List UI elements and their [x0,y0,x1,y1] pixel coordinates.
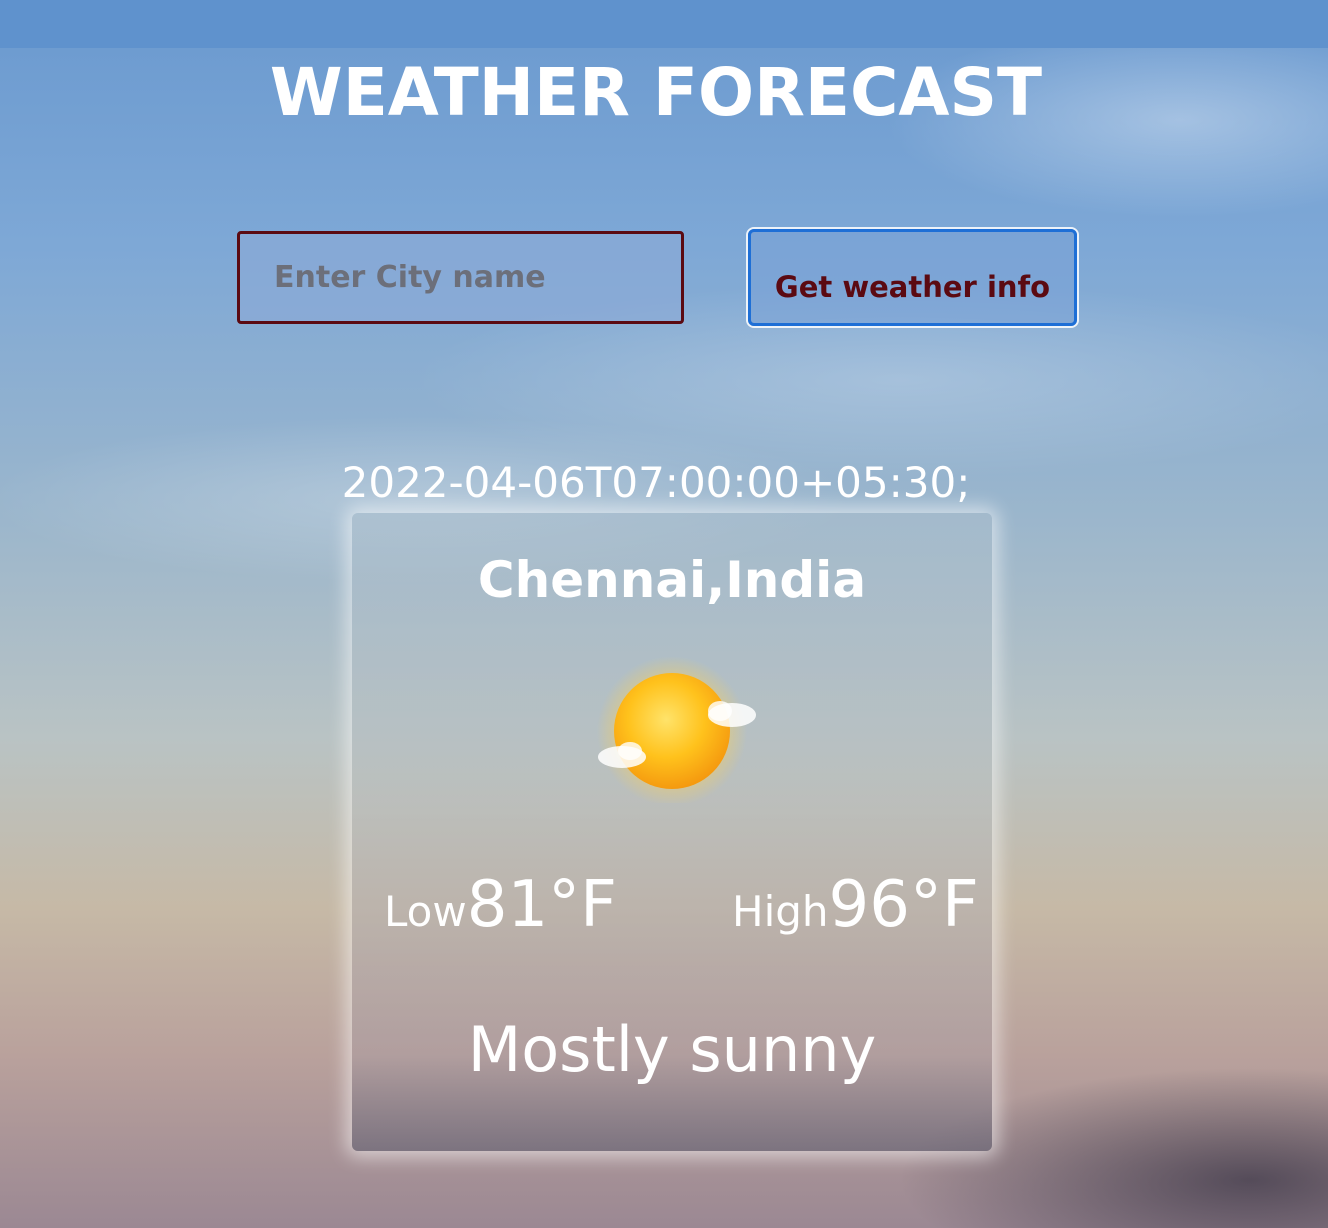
high-temperature: High96°F [732,868,979,942]
top-band [0,0,1328,48]
sun-with-clouds-icon [592,653,762,806]
weather-condition: Mostly sunny [467,1013,877,1086]
high-value: 96°F [828,868,979,942]
forecast-timestamp: 2022-04-06T07:00:00+05:30; [341,458,971,507]
low-label: Low [384,887,467,936]
get-weather-button[interactable]: Get weather info [748,229,1077,326]
city-search-input[interactable] [237,231,684,324]
location-name: Chennai,India [477,551,867,609]
low-temperature: Low81°F [384,868,617,942]
low-value: 81°F [466,868,617,942]
weather-card: Chennai,India Low81°F High96°F Mostly su… [352,513,992,1151]
high-label: High [732,887,829,936]
page-title: WEATHER FORECAST [269,54,1043,131]
